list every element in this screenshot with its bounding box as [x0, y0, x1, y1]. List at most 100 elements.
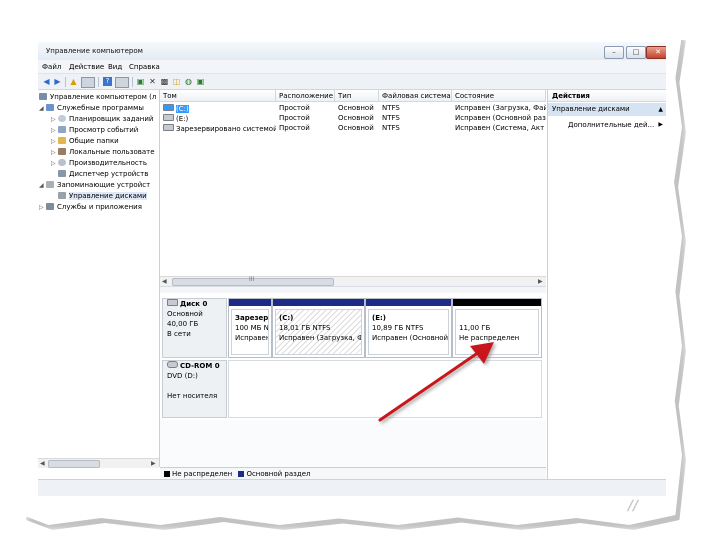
scroll-left-icon[interactable]: ◀	[40, 459, 45, 468]
tree-item-storage[interactable]: ◢ Запоминающие устройст	[39, 180, 150, 190]
up-folder-icon[interactable]: ▲	[69, 77, 78, 86]
table-cell: Основной	[338, 114, 374, 122]
expanded-triangle-icon[interactable]: ◢	[39, 104, 46, 114]
partition-text: (C:) 18,01 ГБ NTFS Исправен (Загрузка, Фа	[275, 309, 362, 355]
column-header-volume[interactable]: Том	[160, 90, 276, 102]
volume-row-system-reserved[interactable]: Зарезервировано системой	[160, 124, 276, 133]
volume-row-e[interactable]: (E:)	[160, 114, 276, 123]
actions-header: Действия	[548, 90, 666, 102]
unallocated-bar	[453, 299, 541, 306]
legend-swatch-primary	[238, 471, 245, 477]
tree-item-shared-folders[interactable]: ▷ Общие папки	[51, 136, 119, 146]
show-hide-action-pane-icon[interactable]	[115, 77, 129, 88]
scroll-right-icon[interactable]: ▶	[538, 277, 543, 286]
disk-management-icon	[58, 192, 66, 199]
scroll-right-icon[interactable]: ▶	[151, 459, 156, 468]
menu-action[interactable]: Действие	[69, 63, 104, 71]
volume-list-horizontal-scrollbar[interactable]: ◀ III ▶	[160, 276, 546, 286]
legend-swatch-unallocated	[164, 471, 170, 477]
toolbar-separator	[98, 77, 99, 87]
primary-partition-bar	[366, 299, 451, 306]
actions-more[interactable]: Дополнительные дей... ▶	[548, 119, 666, 131]
collapsed-triangle-icon[interactable]: ▷	[39, 203, 46, 213]
table-cell: NTFS	[382, 114, 400, 122]
column-header-file-system[interactable]: Файловая система	[379, 90, 452, 102]
storage-icon	[46, 181, 54, 188]
delete-icon[interactable]: ✕	[148, 77, 157, 86]
close-button[interactable]: ✕	[646, 46, 666, 59]
expanded-triangle-icon[interactable]: ◢	[39, 181, 46, 191]
tree-item-performance[interactable]: ▷ Производительность	[51, 158, 147, 168]
red-annotation-arrow	[378, 342, 494, 422]
tree-item-disk-management[interactable]: Управление дисками	[58, 191, 147, 201]
disk-0-label: Диск 0 Основной 40,00 ГБ В сети	[162, 298, 227, 358]
menu-help[interactable]: Справка	[129, 63, 160, 71]
disk-size: 40,00 ГБ	[167, 320, 199, 328]
menu-view[interactable]: Вид	[108, 63, 122, 71]
watermark-logo: ∕∕	[628, 498, 639, 514]
computer-management-window: Управление компьютером – □ ✕ Файл Действ…	[38, 42, 666, 496]
tree-horizontal-scrollbar[interactable]: ◀ ▶	[38, 458, 159, 468]
minimize-button[interactable]: –	[604, 46, 624, 59]
collapsed-triangle-icon[interactable]: ▷	[51, 137, 58, 147]
column-header-type[interactable]: Тип	[335, 90, 379, 102]
status-bar	[38, 479, 666, 496]
scroll-left-icon[interactable]: ◀	[162, 277, 167, 286]
back-arrow-icon[interactable]: ◀	[42, 77, 51, 86]
tree-item-computer-management[interactable]: Управление компьютером (л	[39, 92, 156, 102]
tools-icon	[46, 104, 54, 111]
properties-sheet-icon[interactable]: ▩	[160, 77, 169, 86]
table-cell: NTFS	[382, 124, 400, 132]
forward-arrow-icon[interactable]: ▶	[53, 77, 62, 86]
menu-file[interactable]: Файл	[42, 63, 61, 71]
tree-item-system-tools[interactable]: ◢ Служебные программы	[39, 103, 144, 113]
actions-section-disk-management[interactable]: Управление дисками ▲	[548, 103, 666, 116]
collapsed-triangle-icon[interactable]: ▷	[51, 115, 58, 125]
tree-item-task-scheduler[interactable]: ▷ Планировщик заданий	[51, 114, 153, 124]
collapse-up-icon[interactable]: ▲	[658, 103, 663, 116]
users-icon	[58, 148, 66, 155]
volume-list: Том Расположение Тип Файловая система Со…	[160, 90, 546, 286]
toolbar-separator	[132, 77, 133, 87]
hard-disk-icon	[167, 299, 178, 306]
table-cell: Простой	[279, 124, 310, 132]
show-hide-tree-icon[interactable]	[81, 77, 95, 88]
scroll-thumb[interactable]: III	[172, 276, 334, 286]
primary-partition-bar	[273, 299, 364, 306]
legend-primary: Основной раздел	[246, 470, 311, 478]
clock-icon	[58, 115, 66, 122]
disk-settings-icon[interactable]: ▣	[196, 77, 205, 86]
tree-item-local-users[interactable]: ▷ Локальные пользовате	[51, 147, 155, 157]
actions-pane: Действия Управление дисками ▲ Дополнитель…	[547, 90, 666, 479]
disk-status: Нет носителя	[167, 392, 218, 400]
search-disk-icon[interactable]: ◍	[184, 77, 193, 86]
column-header-layout[interactable]: Расположение	[276, 90, 335, 102]
tree-item-services-applications[interactable]: ▷ Службы и приложения	[39, 202, 142, 212]
column-header-status[interactable]: Состояние	[452, 90, 546, 102]
shared-folder-icon	[58, 137, 66, 144]
table-cell: Исправен (Основной раз	[455, 114, 546, 122]
collapsed-triangle-icon[interactable]: ▷	[51, 148, 58, 158]
disk-type: Основной	[167, 310, 203, 318]
help-icon[interactable]: ?	[103, 77, 112, 86]
cd-rom-icon	[167, 361, 178, 368]
open-folder-icon[interactable]: ◫	[172, 77, 181, 86]
collapsed-triangle-icon[interactable]: ▷	[51, 126, 58, 136]
scroll-thumb[interactable]	[48, 460, 100, 468]
volume-row-c[interactable]: (C:)	[160, 104, 276, 113]
properties-icon[interactable]: ▣	[136, 77, 145, 86]
computer-icon	[39, 93, 47, 100]
volume-icon	[163, 104, 174, 111]
services-icon	[46, 203, 54, 210]
legend-unallocated: Не распределен	[172, 470, 233, 478]
tree-item-device-manager[interactable]: Диспетчер устройств	[58, 169, 148, 179]
partition-c[interactable]: (C:) 18,01 ГБ NTFS Исправен (Загрузка, Фа	[272, 298, 365, 358]
partition-system-reserved[interactable]: Зарезерв 100 МБ N Исправен	[228, 298, 272, 358]
tree-item-event-viewer[interactable]: ▷ Просмотр событий	[51, 125, 138, 135]
console-tree: Управление компьютером (л ◢ Служебные про…	[38, 90, 160, 468]
table-cell: Исправен (Система, Акт	[455, 124, 545, 132]
maximize-button[interactable]: □	[626, 46, 646, 59]
volume-icon	[163, 124, 174, 131]
collapsed-triangle-icon[interactable]: ▷	[51, 159, 58, 169]
toolbar: ◀ ▶ ▲ ? ▣ ✕ ▩ ◫ ◍ ▣	[38, 74, 666, 90]
